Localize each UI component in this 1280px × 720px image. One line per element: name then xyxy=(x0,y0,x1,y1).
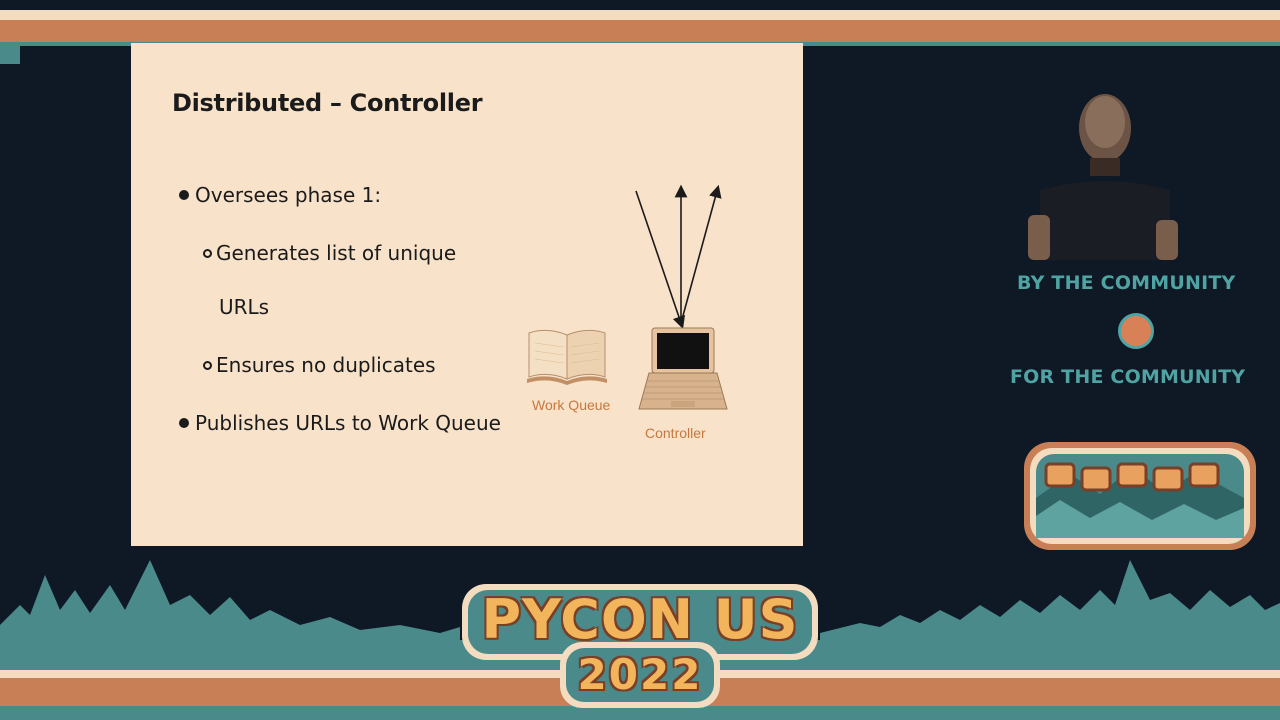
speaker-video xyxy=(1028,94,1178,260)
laptop-icon xyxy=(638,327,728,410)
corner-tab xyxy=(0,46,20,64)
controller-label: Controller xyxy=(645,425,706,441)
top-border xyxy=(0,0,1280,46)
sub-bullet-generates: Generates list of unique xyxy=(203,241,456,265)
sub-bullet-duplicates: Ensures no duplicates xyxy=(203,353,436,377)
controller-diagram: Work Queue Controller xyxy=(521,183,751,503)
speaker-arm-left xyxy=(1028,215,1050,260)
pycon-logo: PYCON US 2022 xyxy=(460,582,820,710)
pycon-title: PYCON US xyxy=(481,588,799,651)
bullet-ring-icon xyxy=(203,249,212,258)
speaker-arm-right xyxy=(1156,220,1178,260)
arrow-right xyxy=(680,184,722,324)
diagram-graphics xyxy=(527,184,728,410)
mountain-logo-icon xyxy=(1024,442,1256,550)
by-the-community: BY THE COMMUNITY xyxy=(1017,272,1236,294)
bullet-dot-icon xyxy=(179,190,189,200)
slide-title: Distributed – Controller xyxy=(172,89,483,117)
bullet-oversees: Oversees phase 1: xyxy=(179,183,381,207)
bullet-ring-icon xyxy=(203,361,212,370)
sub-bullet-generates-cont: URLs xyxy=(219,295,270,319)
orange-circle-icon xyxy=(1118,313,1154,349)
presentation-slide: Distributed – Controller Oversees phase … xyxy=(131,43,803,546)
arrow-lines xyxy=(635,184,722,330)
speaker-body xyxy=(1040,181,1170,260)
bullet-publishes: Publishes URLs to Work Queue xyxy=(179,411,501,435)
pycon-year: 2022 xyxy=(577,650,703,699)
bullet-dot-icon xyxy=(179,418,189,428)
work-queue-label: Work Queue xyxy=(532,397,611,413)
arrow-left xyxy=(635,190,685,330)
for-the-community: FOR THE COMMUNITY xyxy=(1010,366,1246,388)
book-icon xyxy=(527,329,607,385)
